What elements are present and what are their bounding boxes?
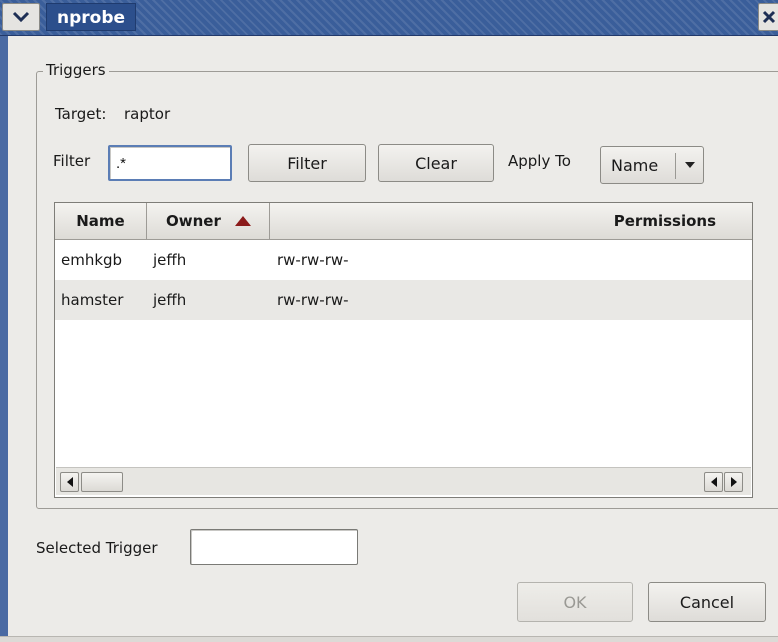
arrow-left-icon — [710, 477, 717, 487]
window-title: nprobe — [46, 3, 137, 31]
cell-owner: jeffh — [153, 291, 187, 309]
filter-input[interactable] — [108, 145, 232, 181]
horizontal-scrollbar[interactable] — [56, 467, 751, 495]
cell-name: emhkgb — [61, 251, 123, 269]
sort-up-icon — [234, 216, 251, 226]
arrow-left-icon — [66, 477, 73, 487]
dialog-content: Triggers Target: raptor Filter Filter Cl… — [8, 37, 778, 636]
dropdown-arrow-icon — [681, 155, 699, 175]
apply-to-combo[interactable]: Name — [600, 146, 704, 184]
scroll-right-button[interactable] — [724, 472, 743, 492]
combo-separator — [675, 153, 676, 179]
scrollbar-thumb[interactable] — [81, 472, 123, 492]
window-bottom-border — [0, 636, 778, 642]
arrow-right-icon — [730, 477, 737, 487]
target-label: Target: — [55, 105, 107, 123]
cell-permissions: rw-rw-rw- — [277, 251, 349, 269]
table-row[interactable]: hamster jeffh rw-rw-rw- — [55, 280, 752, 320]
selected-trigger-input[interactable] — [190, 529, 358, 565]
filter-label: Filter — [53, 152, 91, 170]
filter-button[interactable]: Filter — [248, 144, 366, 182]
scroll-left-button-right[interactable] — [704, 472, 723, 492]
triggers-legend: Triggers — [43, 61, 109, 79]
column-label: Name — [76, 212, 125, 230]
selected-trigger-label: Selected Trigger — [36, 539, 158, 557]
window-menu-button[interactable] — [2, 3, 40, 31]
column-label: Permissions — [613, 212, 716, 230]
column-header-name[interactable]: Name — [55, 203, 147, 240]
cancel-button[interactable]: Cancel — [648, 582, 766, 622]
column-header-owner[interactable]: Owner — [147, 203, 270, 240]
clear-button[interactable]: Clear — [378, 144, 494, 182]
apply-to-selected: Name — [611, 156, 659, 175]
close-button[interactable] — [758, 3, 778, 31]
cell-owner: jeffh — [153, 251, 187, 269]
close-icon — [762, 10, 776, 24]
apply-to-label: Apply To — [508, 152, 571, 170]
triggers-table[interactable]: Name Owner Permissions emhkgb jeffh rw-r… — [54, 202, 753, 498]
title-bar: nprobe — [0, 0, 778, 36]
scroll-left-button[interactable] — [60, 472, 79, 492]
table-row[interactable]: emhkgb jeffh rw-rw-rw- — [55, 240, 752, 280]
ok-button[interactable]: OK — [517, 582, 633, 622]
column-header-permissions[interactable]: Permissions — [270, 203, 752, 240]
target-value: raptor — [124, 105, 171, 123]
cell-permissions: rw-rw-rw- — [277, 291, 349, 309]
column-label: Owner — [166, 212, 221, 230]
chevron-down-icon — [12, 11, 30, 23]
window-left-border — [0, 36, 8, 642]
table-header: Name Owner Permissions — [55, 203, 752, 240]
cell-name: hamster — [61, 291, 124, 309]
